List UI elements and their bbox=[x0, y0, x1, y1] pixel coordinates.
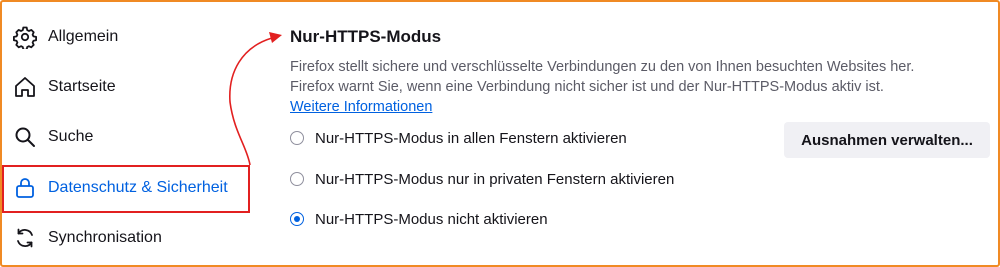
radio-label: Nur-HTTPS-Modus in allen Fenstern aktivi… bbox=[315, 129, 627, 147]
radio-private-windows[interactable]: Nur-HTTPS-Modus nur in privaten Fenstern… bbox=[290, 167, 674, 191]
sidebar-item-startseite[interactable]: Startseite bbox=[12, 72, 116, 102]
gear-icon bbox=[12, 24, 38, 50]
description-line: Firefox stellt sichere und verschlüsselt… bbox=[290, 59, 915, 75]
sidebar-item-label: Suche bbox=[48, 128, 94, 145]
search-icon bbox=[12, 124, 38, 150]
sidebar-item-datenschutz[interactable]: Datenschutz & Sicherheit bbox=[12, 173, 228, 203]
sidebar-item-label: Synchronisation bbox=[48, 229, 162, 246]
sidebar-item-synchronisation[interactable]: Synchronisation bbox=[12, 223, 162, 253]
lock-icon bbox=[12, 175, 38, 201]
sidebar-item-suche[interactable]: Suche bbox=[12, 122, 93, 152]
radio-label: Nur-HTTPS-Modus nicht aktivieren bbox=[315, 210, 548, 228]
section-title: Nur-HTTPS-Modus bbox=[290, 27, 442, 46]
manage-exceptions-button[interactable]: Ausnahmen verwalten... bbox=[784, 122, 990, 158]
sync-icon bbox=[12, 225, 38, 251]
learn-more-link[interactable]: Weitere Informationen bbox=[290, 99, 432, 115]
section-description: Firefox stellt sichere und verschlüsselt… bbox=[290, 57, 914, 97]
radio-button[interactable] bbox=[290, 131, 304, 145]
sidebar-item-label: Startseite bbox=[48, 78, 116, 95]
main-content: Nur-HTTPS-Modus Firefox stellt sichere u… bbox=[290, 2, 998, 265]
radio-button-checked[interactable] bbox=[290, 212, 304, 226]
window-frame: Allgemein Startseite Suche Datenschutz &… bbox=[0, 0, 1000, 267]
sidebar-item-label: Allgemein bbox=[48, 28, 119, 45]
radio-label: Nur-HTTPS-Modus nur in privaten Fenstern… bbox=[315, 170, 675, 188]
home-icon bbox=[12, 74, 38, 100]
sidebar: Allgemein Startseite Suche Datenschutz &… bbox=[2, 2, 252, 265]
radio-button[interactable] bbox=[290, 172, 304, 186]
radio-all-windows[interactable]: Nur-HTTPS-Modus in allen Fenstern aktivi… bbox=[290, 126, 627, 150]
radio-disabled[interactable]: Nur-HTTPS-Modus nicht aktivieren bbox=[290, 207, 548, 231]
sidebar-item-allgemein[interactable]: Allgemein bbox=[12, 22, 118, 52]
description-line: Firefox warnt Sie, wenn eine Verbindung … bbox=[290, 79, 884, 95]
sidebar-item-label: Datenschutz & Sicherheit bbox=[48, 179, 228, 196]
